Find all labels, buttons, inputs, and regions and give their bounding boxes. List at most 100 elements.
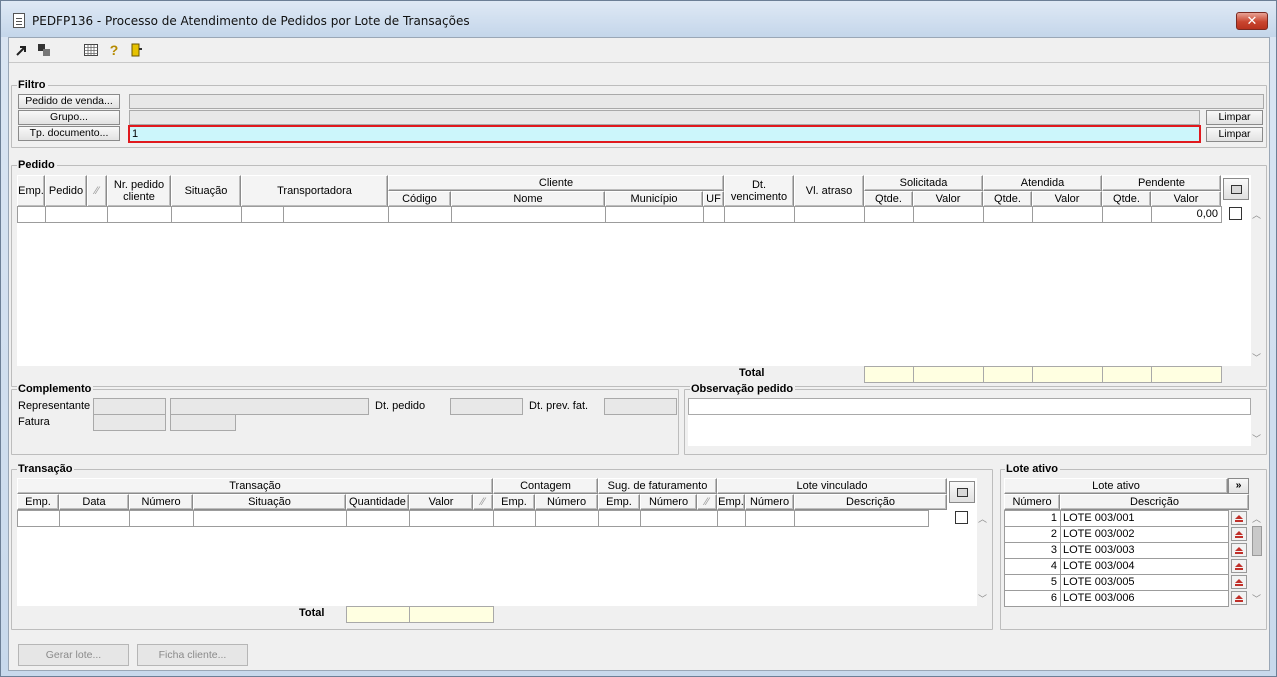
help-icon[interactable]: ? <box>107 43 121 57</box>
header-trans-emp[interactable]: Emp. <box>17 494 59 510</box>
table-cell[interactable] <box>745 510 795 527</box>
header-sug-emp[interactable]: Emp. <box>598 494 640 510</box>
header-atendida-valor[interactable]: Valor <box>1032 191 1102 207</box>
header-nr-pedido-cliente[interactable]: Nr. pedido cliente <box>107 175 171 207</box>
table-cell[interactable] <box>129 510 194 527</box>
sort-icon[interactable]: ⁄⁄ <box>697 494 717 510</box>
table-cell[interactable] <box>724 206 795 223</box>
header-pedido[interactable]: Pedido <box>45 175 87 207</box>
row-checkbox[interactable] <box>1229 207 1242 220</box>
lote-numero-cell[interactable]: 5 <box>1004 574 1061 591</box>
lote-descricao-cell[interactable]: LOTE 003/005 <box>1060 574 1229 591</box>
header-sug-numero[interactable]: Número <box>640 494 697 510</box>
header-solicitada-valor[interactable]: Valor <box>913 191 983 207</box>
observacao-input[interactable] <box>688 398 1251 415</box>
table-cell[interactable] <box>17 510 60 527</box>
table-cell[interactable] <box>717 510 746 527</box>
select-all-button[interactable] <box>1223 178 1249 200</box>
ficha-cliente-button[interactable]: Ficha cliente... <box>137 644 248 666</box>
lote-scroll-up-icon[interactable]: ︿ <box>1252 514 1261 524</box>
move-up-icon[interactable] <box>1231 543 1247 557</box>
lote-numero-cell[interactable]: 3 <box>1004 542 1061 559</box>
header-solicitada-qtde[interactable]: Qtde. <box>864 191 913 207</box>
lote-scroll-down-icon[interactable]: ﹀ <box>1252 594 1261 604</box>
header-trans-situacao[interactable]: Situação <box>193 494 346 510</box>
header-trans-numero[interactable]: Número <box>129 494 193 510</box>
header-lote-emp[interactable]: Emp. <box>717 494 745 510</box>
header-contagem-emp[interactable]: Emp. <box>493 494 535 510</box>
observacao-text-area[interactable] <box>688 415 1251 446</box>
transacao-scroll-up-icon[interactable]: ︿ <box>978 514 987 524</box>
lote-ativo-expand-button[interactable]: » <box>1228 478 1249 494</box>
move-up-icon[interactable] <box>1231 559 1247 573</box>
header-trans-quantidade[interactable]: Quantidade <box>346 494 409 510</box>
table-cell[interactable] <box>864 206 914 223</box>
scroll-up-icon[interactable]: ︿ <box>1252 210 1261 220</box>
header-lote-numero[interactable]: Número <box>745 494 794 510</box>
table-cell[interactable] <box>241 206 284 223</box>
table-cell[interactable] <box>193 510 347 527</box>
transacao-row-checkbox[interactable] <box>955 511 968 524</box>
header-lote-ativo-descricao[interactable]: Descrição <box>1060 494 1249 510</box>
observacao-scroll-down-icon[interactable]: ﹀ <box>1252 434 1261 444</box>
move-up-icon[interactable] <box>1231 591 1247 605</box>
limpar-grupo-button[interactable]: Limpar <box>1206 110 1263 125</box>
header-dt-vencimento[interactable]: Dt. vencimento <box>724 175 794 207</box>
pedido-de-venda-button[interactable]: Pedido de venda... <box>18 94 120 109</box>
table-cell[interactable] <box>598 510 641 527</box>
header-trans-data[interactable]: Data <box>59 494 129 510</box>
header-pendente-valor[interactable]: Valor <box>1151 191 1221 207</box>
sort-icon[interactable]: ⁄⁄ <box>87 175 107 207</box>
header-cliente-uf[interactable]: UF <box>703 191 724 207</box>
lote-descricao-cell[interactable]: LOTE 003/006 <box>1060 590 1229 607</box>
table-cell[interactable] <box>535 510 599 527</box>
lote-numero-cell[interactable]: 2 <box>1004 526 1061 543</box>
limpar-tp-documento-button[interactable]: Limpar <box>1206 127 1263 142</box>
header-cliente-municipio[interactable]: Município <box>605 191 703 207</box>
header-transportadora[interactable]: Transportadora <box>241 175 388 207</box>
export-icon[interactable] <box>15 43 29 57</box>
header-lote-descricao[interactable]: Descrição <box>794 494 947 510</box>
table-cell[interactable] <box>171 206 242 223</box>
header-pendente-qtde[interactable]: Qtde. <box>1102 191 1151 207</box>
move-up-icon[interactable] <box>1231 527 1247 541</box>
table-cell[interactable] <box>983 206 1033 223</box>
move-up-icon[interactable] <box>1231 511 1247 525</box>
transacao-select-all-button[interactable] <box>949 481 975 503</box>
table-cell[interactable] <box>1102 206 1152 223</box>
table-cell[interactable] <box>1032 206 1103 223</box>
tp-documento-button[interactable]: Tp. documento... <box>18 126 120 141</box>
table-cell[interactable] <box>59 510 130 527</box>
table-cell[interactable] <box>283 206 389 223</box>
gerar-lote-button[interactable]: Gerar lote... <box>18 644 129 666</box>
exit-door-icon[interactable] <box>129 43 143 57</box>
table-cell[interactable] <box>45 206 108 223</box>
pendente-valor-cell[interactable]: 0,00 <box>1151 206 1222 223</box>
header-emp[interactable]: Emp. <box>17 175 45 207</box>
table-cell[interactable] <box>451 206 606 223</box>
scroll-down-icon[interactable]: ﹀ <box>1252 353 1261 363</box>
table-cell[interactable] <box>17 206 46 223</box>
lote-descricao-cell[interactable]: LOTE 003/003 <box>1060 542 1229 559</box>
table-cell[interactable] <box>409 510 494 527</box>
grupo-button[interactable]: Grupo... <box>18 110 120 125</box>
table-cell[interactable] <box>794 510 929 527</box>
table-cell[interactable] <box>388 206 452 223</box>
lote-numero-cell[interactable]: 6 <box>1004 590 1061 607</box>
tp-documento-input[interactable]: 1 <box>128 125 1201 143</box>
table-cell[interactable] <box>794 206 865 223</box>
header-vl-atraso[interactable]: Vl. atraso <box>794 175 864 207</box>
header-cliente-nome[interactable]: Nome <box>451 191 605 207</box>
header-situacao[interactable]: Situação <box>171 175 241 207</box>
table-cell[interactable] <box>913 206 984 223</box>
lote-scrollbar-thumb[interactable] <box>1252 526 1262 556</box>
lote-descricao-cell[interactable]: LOTE 003/001 <box>1060 510 1229 527</box>
lote-numero-cell[interactable]: 4 <box>1004 558 1061 575</box>
table-cell[interactable] <box>605 206 704 223</box>
lote-numero-cell[interactable]: 1 <box>1004 510 1061 527</box>
transacao-scroll-down-icon[interactable]: ﹀ <box>978 594 987 604</box>
move-up-icon[interactable] <box>1231 575 1247 589</box>
header-trans-valor[interactable]: Valor <box>409 494 473 510</box>
title-bar[interactable]: PEDFP136 - Processo de Atendimento de Pe… <box>1 1 1276 37</box>
table-cell[interactable] <box>107 206 172 223</box>
